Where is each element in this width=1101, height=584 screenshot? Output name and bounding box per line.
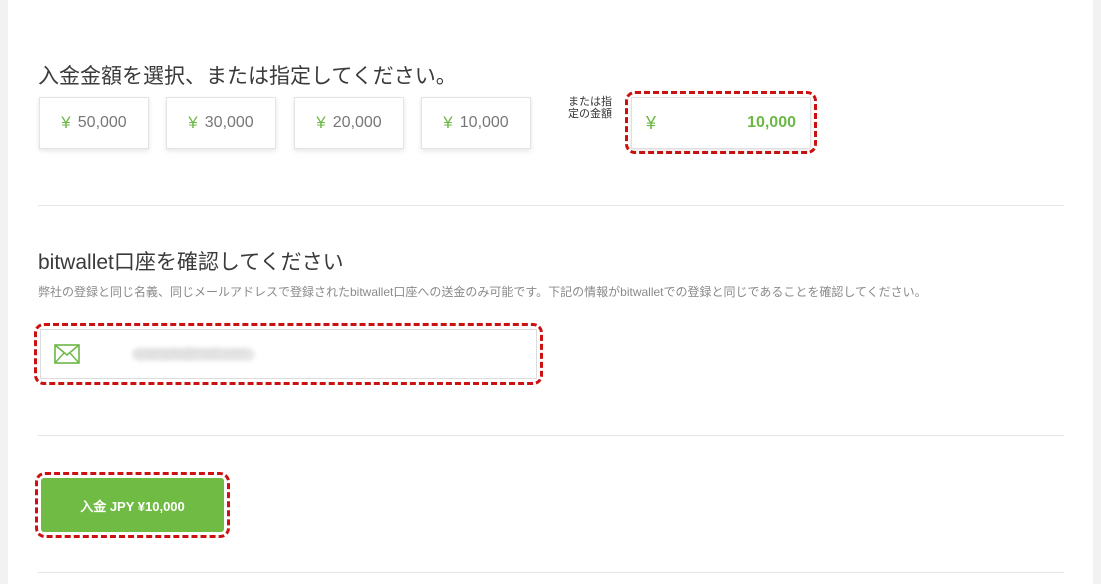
preset-amount-label: 20,000 [332, 114, 382, 131]
mail-icon [54, 344, 80, 364]
deposit-submit-button[interactable]: 入金 JPY ¥10,000 [41, 478, 224, 532]
account-heading: bitwallet口座を確認してください [38, 251, 344, 274]
account-description: 弊社の登録と同じ名義、同じメールアドレスで登録されたbitwallet口座への送… [38, 285, 927, 299]
yen-icon: ¥ [316, 113, 326, 132]
section-divider [38, 205, 1064, 206]
preset-amount-30000[interactable]: ¥ 30,000 [166, 97, 276, 149]
preset-amount-label: 50,000 [77, 114, 127, 131]
preset-amount-label: 30,000 [204, 114, 254, 131]
preset-amount-label: 10,000 [459, 114, 509, 131]
section-divider [38, 572, 1064, 573]
preset-amount-20000[interactable]: ¥ 20,000 [294, 97, 404, 149]
yen-icon: ¥ [443, 113, 453, 132]
custom-amount-label: または指定の金額 [568, 96, 612, 120]
yen-icon: ¥ [61, 113, 71, 132]
amount-heading: 入金金額を選択、または指定してください。 [38, 65, 457, 88]
custom-amount-input[interactable]: ¥ 10,000 [631, 97, 811, 149]
yen-icon: ¥ [646, 113, 657, 133]
section-divider [38, 435, 1064, 436]
custom-amount-value: 10,000 [747, 114, 796, 131]
preset-amount-10000[interactable]: ¥ 10,000 [421, 97, 531, 149]
email-value: example@mail.com [133, 345, 248, 360]
preset-amount-50000[interactable]: ¥ 50,000 [39, 97, 149, 149]
yen-icon: ¥ [188, 113, 198, 132]
email-field[interactable]: example@mail.com [40, 329, 537, 379]
